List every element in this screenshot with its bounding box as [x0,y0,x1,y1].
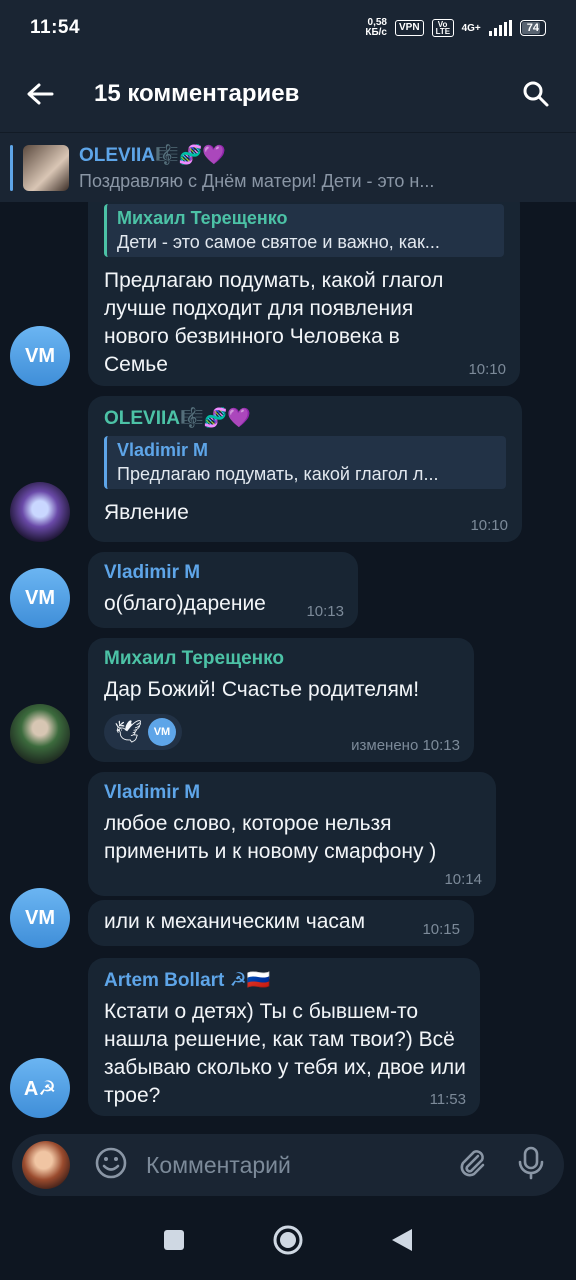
avatar[interactable]: VM [10,888,70,948]
pinned-author: OLEVIIA🎼🧬💜 [79,145,226,166]
message-author[interactable]: OLEVIIA🎼🧬💜 [104,406,506,430]
avatar[interactable]: VM [10,568,70,628]
message-time: 10:10 [470,517,508,534]
avatar[interactable] [10,704,70,764]
my-avatar[interactable] [22,1141,70,1189]
back-button[interactable] [0,56,80,132]
comment-input-bar [12,1134,564,1196]
square-icon [164,1229,184,1250]
network-speed: 0,58 КБ/с [365,17,387,38]
search-icon [523,81,549,107]
circle-icon [273,1225,303,1254]
pinned-thumbnail [23,144,69,191]
pinned-snippet: Поздравляю с Днём матери! Дети - это н..… [79,171,435,191]
message-time: 10:13 [306,603,344,620]
message-bubble[interactable]: Михаил Терещенко Дети - это самое святое… [88,202,520,386]
comment-input[interactable] [146,1151,426,1179]
battery-level: 74 [526,22,539,34]
pinned-post[interactable]: OLEVIIA🎼🧬💜 Поздравляю с Днём матери! Дет… [0,132,576,202]
status-bar: 11:54 0,58 КБ/с VPN Vo LTE 4G+ 74 [0,0,576,56]
pinned-text-block: OLEVIIA🎼🧬💜 Поздравляю с Днём матери! Дет… [79,143,509,192]
microphone-icon [518,1146,544,1179]
message-bubble[interactable]: или к механическим часам 10:15 [88,900,474,946]
reply-text: Предлагаю подумать, какой глагол л... [117,464,439,484]
recents-button[interactable] [162,1228,186,1257]
avatar[interactable] [10,482,70,542]
reply-preview[interactable]: Михаил Терещенко Дети - это самое святое… [104,204,504,257]
vpn-icon: VPN [395,20,424,36]
avatar[interactable]: А☭ [10,1058,70,1118]
message-text: Явление [104,501,189,524]
status-time: 11:54 [30,17,81,38]
message-bubble[interactable]: OLEVIIA🎼🧬💜 Vladimir M Предлагаю подумать… [88,396,522,542]
message-bubble[interactable]: Vladimir M любое слово, которое нельзя п… [88,772,496,896]
arrow-left-icon [27,83,54,105]
reply-preview[interactable]: Vladimir M Предлагаю подумать, какой гла… [104,436,506,489]
message-bubble[interactable]: Vladimir M о(благо)дарение 10:13 [88,552,358,628]
message-author[interactable]: Vladimir M [104,562,342,584]
message-time: изменено 10:13 [351,737,460,754]
reply-author: Vladimir M [117,440,209,460]
reaction-avatar: VM [147,718,176,746]
message-text: или к механическим часам [104,910,366,933]
reply-author: Михаил Терещенко [117,208,288,228]
message-author[interactable]: Artem Bollart ☭🇷🇺 [104,968,464,992]
battery-icon: 74 [519,20,546,36]
message-time: 10:10 [468,361,506,378]
message-author[interactable]: Vladimir M [104,782,480,804]
comments-list[interactable]: Михаил Терещенко Дети - это самое святое… [0,202,576,1130]
dove-emoji-icon: 🕊 [114,719,142,744]
message-time: 10:14 [444,871,482,888]
app-bar: 15 комментариев [0,56,576,132]
message-bubble[interactable]: Artem Bollart ☭🇷🇺 Кстати о детях) Ты с б… [88,958,480,1116]
message-time: 11:53 [429,1091,466,1108]
message-author[interactable]: Михаил Терещенко [104,648,458,670]
network-type: 4G+ [461,22,481,34]
search-button[interactable] [496,56,576,132]
reaction-chip[interactable]: 🕊 VM [104,714,182,750]
message-time: 10:15 [422,921,460,938]
pinned-accent-bar [10,144,13,191]
status-icons: 0,58 КБ/с VPN Vo LTE 4G+ 74 [365,18,546,38]
triangle-back-icon [392,1228,412,1251]
emoji-button[interactable] [94,1146,128,1185]
attach-button[interactable] [456,1147,488,1184]
back-nav-button[interactable] [390,1227,414,1258]
message-text: Предлагаю подумать, какой глагол лучше п… [104,269,444,376]
message-text: любое слово, которое нельзя применить и … [104,812,437,863]
home-button[interactable] [272,1224,304,1261]
page-title: 15 комментариев [94,80,300,107]
system-nav-bar [0,1204,576,1280]
reply-text: Дети - это самое святое и важно, как... [117,232,440,252]
volte-icon: Vo LTE [431,19,454,37]
smile-icon [95,1147,127,1178]
paperclip-icon [460,1149,485,1176]
message-bubble[interactable]: Михаил Терещенко Дар Божий! Счастье роди… [88,638,474,762]
message-text: Дар Божий! Счастье родителям! [104,678,420,701]
avatar[interactable]: VM [10,326,70,386]
voice-button[interactable] [516,1146,546,1185]
signal-icon [488,20,512,36]
message-text: Кстати о детях) Ты с бывшем-то нашла реш… [104,1000,466,1107]
